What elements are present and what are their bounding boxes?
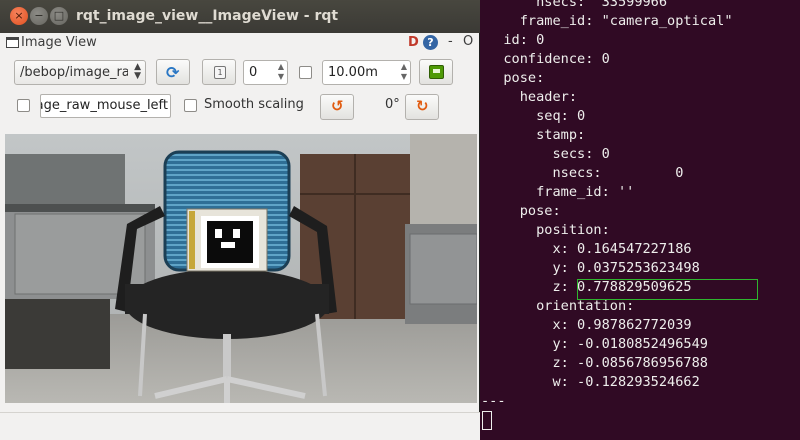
value-spinbox-text: 0 <box>249 65 258 80</box>
terminal-line: y: 0.0375253623498 <box>487 260 700 276</box>
terminal-line: secs: 0 <box>487 146 610 162</box>
terminal-line: frame_id: '' <box>487 184 635 200</box>
dynamic-range-checkbox[interactable] <box>299 66 312 79</box>
plugin-window-icon <box>6 37 19 48</box>
terminal-line: --- <box>481 393 506 409</box>
terminal-line: stamp: <box>487 127 594 143</box>
zoom-1-icon: 1 <box>214 66 226 79</box>
rotate-left-icon: ↺ <box>331 97 344 115</box>
camera-image-drawing <box>5 134 477 403</box>
plugin-titlebar: Image View D ? - O <box>0 33 480 55</box>
publish-mouse-checkbox[interactable] <box>17 99 30 112</box>
close-icon[interactable]: × <box>10 7 28 25</box>
topic-select-value: /bebop/image_raw <box>20 65 128 80</box>
zoom-1-button[interactable]: 1 <box>202 59 236 85</box>
terminal-line: position: <box>487 222 618 238</box>
help-icon[interactable]: ? <box>423 35 438 50</box>
terminal[interactable]: nsecs: 33599966 frame_id: "camera_optica… <box>481 0 800 440</box>
minimize-plugin-button[interactable]: - <box>448 34 453 49</box>
terminal-line: confidence: 0 <box>487 51 610 67</box>
refresh-icon: ⟳ <box>166 63 180 82</box>
smooth-scaling-checkbox[interactable] <box>184 99 197 112</box>
max-range-spinbox[interactable]: 10.00m ▲ ▼ <box>322 60 411 85</box>
plugin-title: Image View <box>21 35 97 50</box>
save-image-icon <box>429 65 444 79</box>
window-title: rqt_image_view__ImageView - rqt <box>76 8 339 24</box>
window-bottom-area <box>0 412 480 440</box>
spin-arrows-icon[interactable]: ▲ ▼ <box>401 62 407 82</box>
topic-select[interactable]: /bebop/image_raw ▲▼ <box>14 60 146 85</box>
rotation-label: 0° <box>385 97 400 112</box>
spin-arrows-icon[interactable]: ▲ ▼ <box>278 62 284 82</box>
terminal-line: frame_id: "camera_optical" <box>487 13 733 29</box>
value-spinbox[interactable]: 0 ▲ ▼ <box>243 60 288 85</box>
terminal-line: pose: <box>487 70 553 86</box>
terminal-line: id: 0 <box>487 32 545 48</box>
maximize-icon[interactable]: □ <box>50 7 68 25</box>
debug-icon[interactable]: D <box>408 35 419 50</box>
window-titlebar[interactable]: × − □ rqt_image_view__ImageView - rqt <box>0 0 480 33</box>
camera-image[interactable] <box>5 134 477 403</box>
rotate-right-button[interactable]: ↻ <box>405 94 439 120</box>
terminal-cursor <box>482 411 492 430</box>
terminal-line: nsecs: 33599966 <box>487 0 668 10</box>
terminal-line: z: -0.0856786956788 <box>487 355 708 371</box>
max-range-text: 10.00m <box>328 65 378 80</box>
rotate-left-button[interactable]: ↺ <box>320 94 354 120</box>
updown-arrow-icon: ▲ ▼ <box>134 62 141 81</box>
terminal-line: nsecs: 0 <box>487 165 684 181</box>
terminal-line: y: -0.0180852496549 <box>487 336 708 352</box>
refresh-button[interactable]: ⟳ <box>156 59 190 85</box>
terminal-line: x: 0.164547227186 <box>487 241 692 257</box>
highlight-box <box>577 279 758 300</box>
terminal-line: w: -0.128293524662 <box>487 374 700 390</box>
terminal-line: x: 0.987862772039 <box>487 317 692 333</box>
terminal-line: pose: <box>487 203 569 219</box>
smooth-scaling-label: Smooth scaling <box>204 97 304 112</box>
rqt-window: × − □ rqt_image_view__ImageView - rqt Im… <box>0 0 480 440</box>
terminal-line: orientation: <box>487 298 643 314</box>
minimize-icon[interactable]: − <box>30 7 48 25</box>
terminal-line: header: <box>487 89 586 105</box>
terminal-line: seq: 0 <box>487 108 586 124</box>
close-plugin-button[interactable]: O <box>463 34 473 49</box>
rotate-right-icon: ↻ <box>416 97 429 115</box>
mouse-topic-input[interactable]: /image_raw_mouse_left <box>40 94 171 118</box>
save-image-button[interactable] <box>419 59 453 85</box>
mouse-topic-text: /image_raw_mouse_left <box>41 98 168 113</box>
